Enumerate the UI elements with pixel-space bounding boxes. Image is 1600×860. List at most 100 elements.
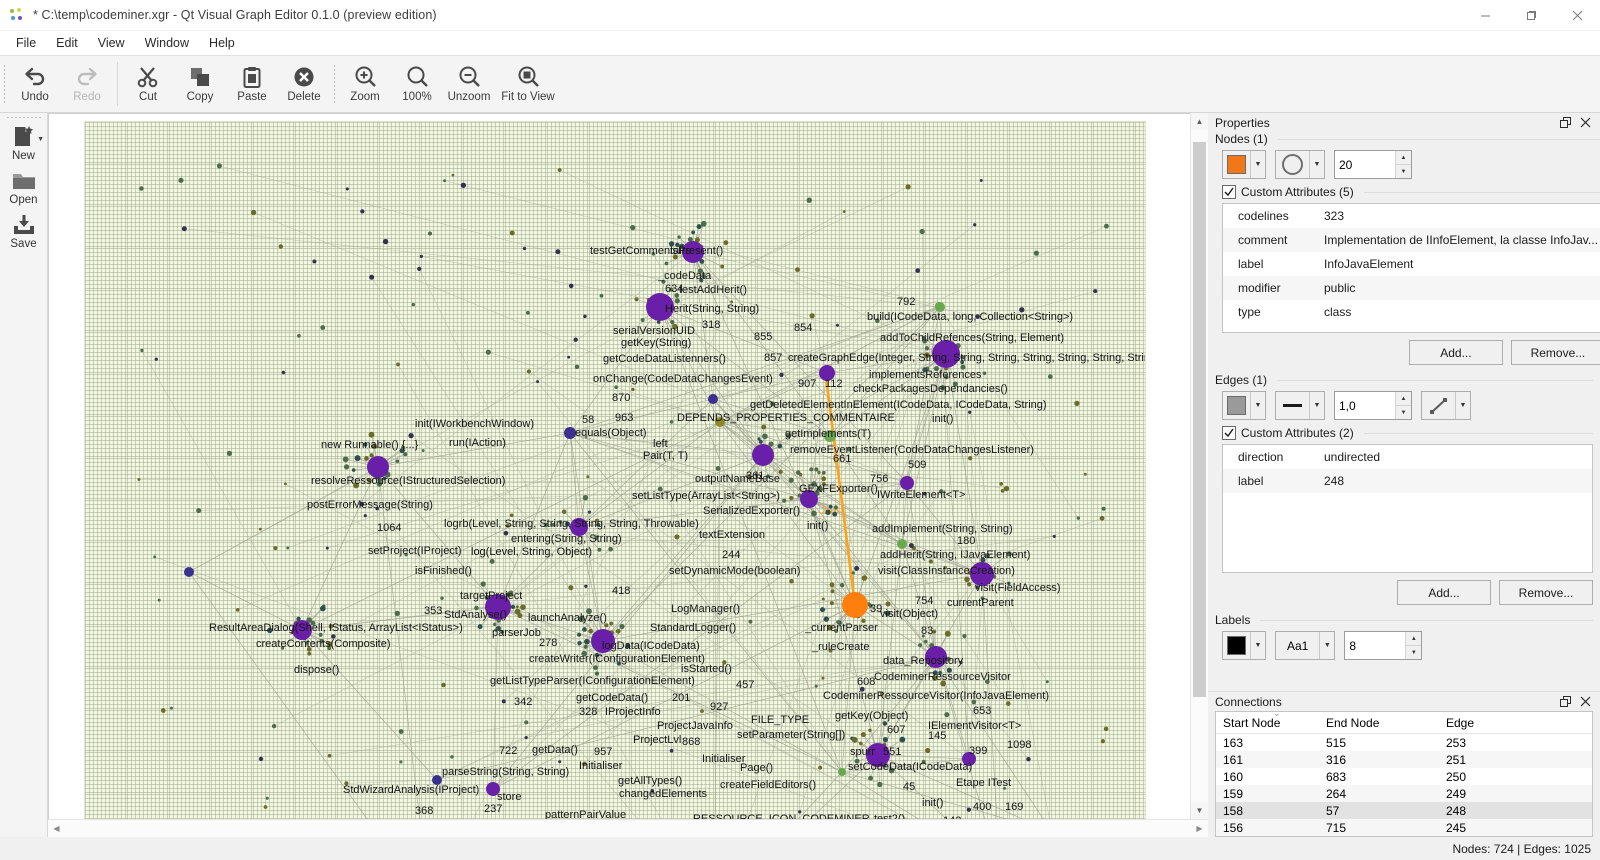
node-size-down[interactable]: ▼ [1396, 165, 1411, 178]
graph-node[interactable] [818, 765, 823, 770]
graph-node[interactable] [169, 706, 173, 710]
graph-node[interactable] [842, 592, 868, 618]
graph-node[interactable] [160, 708, 166, 713]
graph-node[interactable] [833, 505, 839, 510]
graph-node[interactable] [640, 317, 645, 322]
graph-node[interactable] [634, 297, 639, 302]
graph-node[interactable] [614, 385, 618, 389]
table-row[interactable]: 163 515 253 [1216, 734, 1592, 751]
graph-node[interactable] [669, 748, 674, 753]
graph-node[interactable] [536, 380, 539, 384]
graph-node[interactable] [677, 235, 681, 239]
graph-node[interactable] [597, 547, 602, 552]
graph-node[interactable] [440, 596, 444, 600]
graph-node[interactable] [811, 510, 817, 517]
graph-node[interactable] [441, 682, 446, 688]
graph-node[interactable] [501, 699, 506, 704]
graph-node[interactable] [216, 163, 222, 169]
graph-node[interactable] [829, 582, 835, 588]
fit-to-view-button[interactable]: Fit to View [495, 56, 561, 112]
zoom-reset-button[interactable]: 100% [391, 56, 443, 112]
graph-node[interactable] [398, 729, 404, 735]
graph-node[interactable] [691, 230, 696, 235]
graph-node[interactable] [821, 470, 826, 475]
graph-node[interactable] [584, 584, 588, 588]
graph-node[interactable] [782, 498, 787, 503]
graph-node[interactable] [795, 267, 800, 273]
graph-node[interactable] [586, 475, 590, 479]
graph-node[interactable] [835, 323, 839, 327]
graph-node[interactable] [1000, 488, 1005, 493]
menu-view[interactable]: View [88, 33, 135, 53]
graph-node[interactable] [918, 643, 923, 648]
graph-node[interactable] [1074, 400, 1080, 407]
graph-node[interactable] [593, 665, 598, 671]
graph-node[interactable] [829, 601, 834, 606]
graph-node[interactable] [839, 582, 845, 588]
menu-edit[interactable]: Edit [46, 33, 88, 53]
node-attributes-table[interactable]: codelines 323 comment Implementation de IIn… [1222, 203, 1600, 333]
graph-node[interactable] [515, 605, 519, 609]
properties-float-icon[interactable] [1559, 116, 1572, 129]
zoom-in-button[interactable]: Zoom [339, 56, 391, 112]
graph-node[interactable] [1104, 223, 1109, 229]
graph-node[interactable] [899, 736, 906, 743]
menu-file[interactable]: File [6, 33, 46, 53]
open-button[interactable]: Open [1, 166, 46, 210]
label-color-picker[interactable]: ▼ [1222, 631, 1266, 660]
graph-node[interactable] [851, 571, 855, 575]
graph-node[interactable] [583, 314, 587, 319]
graph-node[interactable] [258, 527, 262, 531]
graph-node[interactable] [897, 539, 907, 549]
edge-shape-picker[interactable]: ▼ [1421, 391, 1471, 420]
node-custom-attributes-checkbox[interactable] [1222, 185, 1236, 199]
graph-node[interactable] [748, 619, 753, 624]
graph-node[interactable] [493, 622, 497, 627]
close-button[interactable] [1554, 0, 1600, 30]
graph-node[interactable] [821, 676, 825, 680]
maximize-button[interactable] [1508, 0, 1554, 30]
node-color-picker[interactable]: ▼ [1222, 150, 1266, 179]
graph-node[interactable] [919, 228, 925, 235]
graph-node[interactable] [819, 607, 826, 613]
graph-viewport[interactable]: 248testGetCommentaireisPresent()_codeDat… [48, 113, 1190, 819]
graph-node[interactable] [284, 482, 287, 486]
graph-node[interactable] [577, 632, 582, 637]
graph-node[interactable] [157, 598, 161, 602]
graph-node[interactable] [925, 747, 931, 754]
column-end-node[interactable]: End Node [1319, 716, 1439, 730]
connections-close-icon[interactable] [1579, 695, 1592, 708]
graph-node[interactable] [1093, 289, 1098, 294]
graph-node[interactable] [403, 452, 408, 457]
graph-node[interactable] [944, 712, 950, 718]
graph-node[interactable] [868, 728, 872, 732]
node-shape-picker[interactable]: ▼ [1275, 150, 1325, 179]
table-row[interactable]: 161 316 251 [1216, 751, 1592, 768]
graph-node[interactable] [1047, 374, 1053, 379]
graph-node[interactable] [809, 467, 814, 472]
graph-node[interactable] [806, 197, 812, 203]
graph-node[interactable] [320, 325, 326, 330]
graph-node[interactable] [561, 509, 567, 514]
scroll-right-arrow[interactable]: ▶ [1191, 820, 1208, 837]
redo-button[interactable]: Redo [61, 56, 113, 112]
table-row[interactable]: 156 715 245 [1216, 819, 1592, 836]
graph-node[interactable] [814, 467, 819, 472]
graph-node[interactable] [669, 420, 674, 424]
graph-node[interactable] [250, 209, 257, 216]
graph-node[interactable] [503, 530, 509, 536]
graph-node[interactable] [944, 630, 951, 637]
graph-node[interactable] [860, 732, 866, 738]
connections-table[interactable]: Start Node End Node Edge ⌄ 163 515 253 161 3… [1215, 711, 1593, 837]
connections-float-icon[interactable] [1559, 695, 1572, 708]
graph-node[interactable] [608, 546, 613, 552]
label-font-dropdown-arrow[interactable]: ▼ [1319, 632, 1334, 659]
properties-close-icon[interactable] [1579, 116, 1592, 129]
node-size-stepper[interactable]: ▲ ▼ [1334, 150, 1412, 179]
graph-node[interactable] [137, 478, 141, 482]
graph-node[interactable] [859, 741, 863, 746]
graph-node[interactable] [184, 567, 194, 577]
graph-node[interactable] [752, 444, 774, 466]
graph-node[interactable] [226, 450, 233, 457]
graph-node[interactable] [524, 735, 528, 740]
